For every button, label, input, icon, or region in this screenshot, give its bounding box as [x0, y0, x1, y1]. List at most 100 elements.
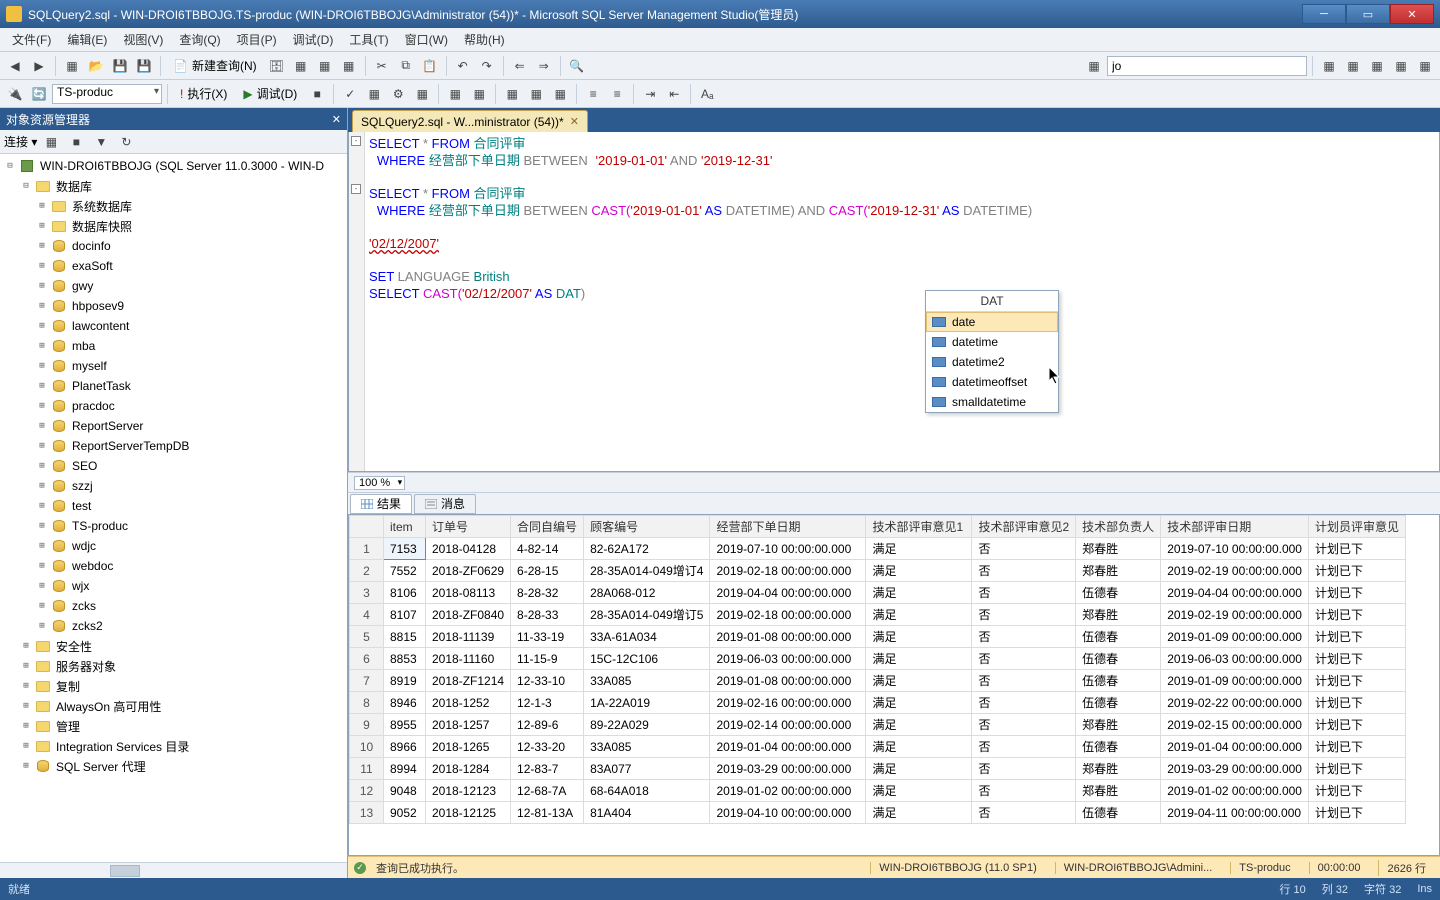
intellisense-item[interactable]: datetimeoffset [926, 372, 1058, 392]
column-header[interactable]: 技术部评审日期 [1161, 516, 1309, 538]
dmx-query-icon[interactable]: ▦ [314, 55, 336, 77]
table-row[interactable]: 588152018-1113911-33-1933A-61A0342019-01… [350, 626, 1406, 648]
cell[interactable]: 6-28-15 [511, 560, 584, 582]
tree-toggle-icon[interactable]: ⊞ [36, 361, 48, 371]
tb-extra-5-icon[interactable]: ▦ [1414, 55, 1436, 77]
tree-toggle-icon[interactable]: ⊞ [20, 681, 32, 691]
tab-close-icon[interactable]: ✕ [570, 115, 579, 128]
cell[interactable]: 2018-ZF1214 [426, 670, 511, 692]
cell[interactable]: 82-62A172 [584, 538, 710, 560]
cell[interactable]: 计划已下 [1308, 780, 1405, 802]
table-row[interactable]: 171532018-041284-82-1482-62A1722019-07-1… [350, 538, 1406, 560]
cell[interactable]: 满足 [866, 582, 972, 604]
minimize-button[interactable]: ─ [1302, 4, 1346, 24]
table-row[interactable]: 381062018-081138-28-3228A068-0122019-04-… [350, 582, 1406, 604]
tree-toggle-icon[interactable]: ⊞ [20, 701, 32, 711]
table-row[interactable]: 688532018-1116011-15-915C-12C1062019-06-… [350, 648, 1406, 670]
tree-toggle-icon[interactable]: ⊞ [36, 521, 48, 531]
object-explorer-tree[interactable]: ⊟WIN-DROI6TBBOJG (SQL Server 11.0.3000 -… [0, 154, 347, 862]
column-header[interactable] [350, 516, 384, 538]
cell[interactable]: 否 [972, 714, 1076, 736]
mdx-query-icon[interactable]: ▦ [290, 55, 312, 77]
connect-dropdown[interactable]: 连接 ▾ [4, 133, 37, 150]
cell[interactable]: 计划已下 [1308, 648, 1405, 670]
messages-tab[interactable]: 消息 [414, 494, 476, 514]
cancel-query-icon[interactable]: ■ [306, 83, 328, 105]
cell[interactable]: 2019-02-18 00:00:00.000 [710, 604, 866, 626]
sql-editor[interactable]: - - SELECT * FROM 合同评审 WHERE 经营部下单日期 BET… [348, 132, 1440, 472]
cell[interactable]: 否 [972, 648, 1076, 670]
cell[interactable]: 2019-01-09 00:00:00.000 [1161, 626, 1309, 648]
row-number[interactable]: 5 [350, 626, 384, 648]
cell[interactable]: 2018-04128 [426, 538, 511, 560]
tree-toggle-icon[interactable]: ⊞ [36, 301, 48, 311]
zoom-dropdown[interactable]: 100 % [354, 476, 405, 490]
cell[interactable]: 8-28-32 [511, 582, 584, 604]
uncomment-icon[interactable]: ≡ [606, 83, 628, 105]
row-number[interactable]: 8 [350, 692, 384, 714]
cell[interactable]: 28-35A014-049增订4 [584, 560, 710, 582]
cell[interactable]: 83A077 [584, 758, 710, 780]
cell[interactable]: 12-33-10 [511, 670, 584, 692]
tree-toggle-icon[interactable]: ⊞ [36, 541, 48, 551]
menu-item[interactable]: 窗口(W) [397, 28, 456, 51]
tree-database-node[interactable]: ⊞zcks [0, 596, 347, 616]
tree-database-node[interactable]: ⊞ReportServerTempDB [0, 436, 347, 456]
new-project-icon[interactable]: ▦ [61, 55, 83, 77]
tb-extra-4-icon[interactable]: ▦ [1390, 55, 1412, 77]
cell[interactable]: 否 [972, 780, 1076, 802]
cell[interactable]: 否 [972, 538, 1076, 560]
cell[interactable]: 伍德春 [1076, 626, 1161, 648]
tree-toggle-icon[interactable]: ⊞ [20, 641, 32, 651]
cell[interactable]: 2018-12123 [426, 780, 511, 802]
cell[interactable]: 12-33-20 [511, 736, 584, 758]
execute-button[interactable]: ! 执行(X) [173, 83, 234, 105]
cell[interactable]: 2019-02-14 00:00:00.000 [710, 714, 866, 736]
back-icon[interactable]: ◀ [4, 55, 26, 77]
cell[interactable]: 满足 [866, 780, 972, 802]
cell[interactable]: 郑春胜 [1076, 560, 1161, 582]
cell[interactable]: 8853 [384, 648, 426, 670]
tree-database-node[interactable]: ⊞gwy [0, 276, 347, 296]
column-header[interactable]: 顾客编号 [584, 516, 710, 538]
tree-database-node[interactable]: ⊞hbposev9 [0, 296, 347, 316]
tree-folder-node[interactable]: ⊞复制 [0, 676, 347, 696]
document-tab[interactable]: SQLQuery2.sql - W...ministrator (54))* ✕ [352, 110, 588, 132]
tree-database-node[interactable]: ⊞szzj [0, 476, 347, 496]
redo-icon[interactable]: ↷ [476, 55, 498, 77]
cell[interactable]: 2019-06-03 00:00:00.000 [710, 648, 866, 670]
parse-icon[interactable]: ✓ [339, 83, 361, 105]
menu-item[interactable]: 工具(T) [341, 28, 396, 51]
intellisense-icon[interactable]: ▦ [411, 83, 433, 105]
cell[interactable]: 计划已下 [1308, 582, 1405, 604]
cell[interactable]: 计划已下 [1308, 758, 1405, 780]
query-options-icon[interactable]: ⚙ [387, 83, 409, 105]
cell[interactable]: 计划已下 [1308, 670, 1405, 692]
intellisense-popup[interactable]: DAT datedatetimedatetime2datetimeoffsets… [925, 290, 1059, 413]
cell[interactable]: 计划已下 [1308, 604, 1405, 626]
tree-sql-agent[interactable]: ⊞SQL Server 代理 [0, 756, 347, 776]
menu-item[interactable]: 文件(F) [4, 28, 59, 51]
cell[interactable]: 2019-01-09 00:00:00.000 [1161, 670, 1309, 692]
cell[interactable]: 计划已下 [1308, 560, 1405, 582]
tree-database-node[interactable]: ⊞zcks2 [0, 616, 347, 636]
cell[interactable]: 2019-04-11 00:00:00.000 [1161, 802, 1309, 824]
cell[interactable]: 1A-22A019 [584, 692, 710, 714]
tree-database-node[interactable]: ⊞exaSoft [0, 256, 347, 276]
nav-fwd-icon[interactable]: ⇒ [533, 55, 555, 77]
tree-folder-node[interactable]: ⊞服务器对象 [0, 656, 347, 676]
cell[interactable]: 68-64A018 [584, 780, 710, 802]
results-text-icon[interactable]: ▦ [501, 83, 523, 105]
cell[interactable]: 15C-12C106 [584, 648, 710, 670]
cell[interactable]: 郑春胜 [1076, 780, 1161, 802]
cell[interactable]: 2019-07-10 00:00:00.000 [710, 538, 866, 560]
cell[interactable]: 2019-01-02 00:00:00.000 [1161, 780, 1309, 802]
forward-icon[interactable]: ▶ [28, 55, 50, 77]
cell[interactable]: 2019-02-18 00:00:00.000 [710, 560, 866, 582]
cell[interactable]: 12-68-7A [511, 780, 584, 802]
results-file-icon[interactable]: ▦ [549, 83, 571, 105]
paste-icon[interactable]: 📋 [419, 55, 441, 77]
cell[interactable]: 伍德春 [1076, 692, 1161, 714]
oe-disconnect-icon[interactable]: ▦ [40, 131, 62, 153]
tree-database-node[interactable]: ⊞webdoc [0, 556, 347, 576]
